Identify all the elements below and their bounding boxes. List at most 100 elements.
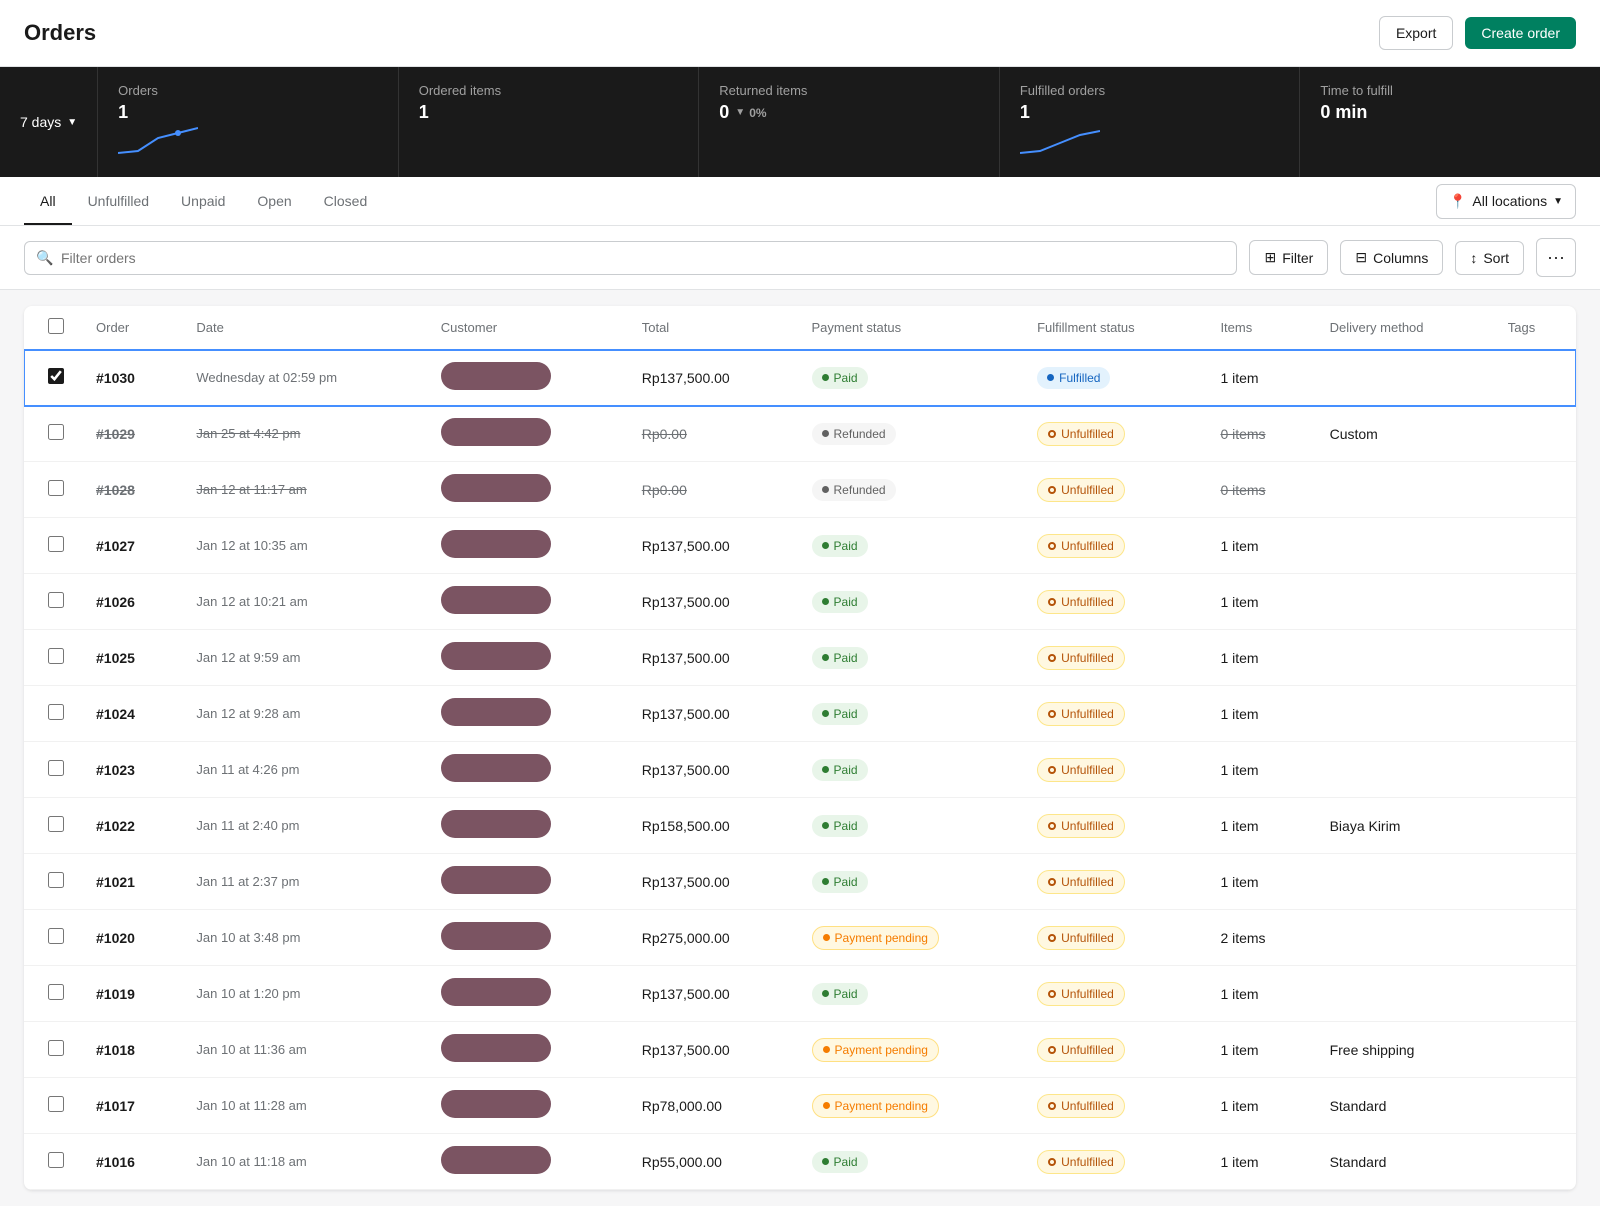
tab-unfulfilled[interactable]: Unfulfilled: [72, 177, 165, 225]
table-row[interactable]: #1019 Jan 10 at 1:20 pm Rp137,500.00 Pai…: [24, 966, 1576, 1022]
row-select-checkbox[interactable]: [48, 480, 64, 496]
table-row[interactable]: #1025 Jan 12 at 9:59 am Rp137,500.00 Pai…: [24, 630, 1576, 686]
table-row[interactable]: #1018 Jan 10 at 11:36 am Rp137,500.00 Pa…: [24, 1022, 1576, 1078]
order-number[interactable]: #1027: [80, 518, 180, 574]
th-items[interactable]: Items: [1204, 306, 1313, 350]
order-number[interactable]: #1023: [80, 742, 180, 798]
row-select-checkbox[interactable]: [48, 984, 64, 1000]
table-row[interactable]: #1023 Jan 11 at 4:26 pm Rp137,500.00 Pai…: [24, 742, 1576, 798]
table-row[interactable]: #1017 Jan 10 at 11:28 am Rp78,000.00 Pay…: [24, 1078, 1576, 1134]
order-fulfillment-status: Unfulfilled: [1021, 798, 1204, 854]
row-select-checkbox[interactable]: [48, 704, 64, 720]
stat-time-value: 0 min: [1320, 102, 1580, 123]
row-select-checkbox[interactable]: [48, 816, 64, 832]
order-payment-status: Paid: [796, 798, 1022, 854]
order-number[interactable]: #1026: [80, 574, 180, 630]
th-order[interactable]: Order: [80, 306, 180, 350]
order-payment-status: Paid: [796, 742, 1022, 798]
table-row[interactable]: #1016 Jan 10 at 11:18 am Rp55,000.00 Pai…: [24, 1134, 1576, 1190]
filter-label: Filter: [1282, 250, 1313, 266]
customer-avatar: [441, 586, 551, 614]
order-number[interactable]: #1025: [80, 630, 180, 686]
order-number[interactable]: #1024: [80, 686, 180, 742]
th-customer[interactable]: Customer: [425, 306, 626, 350]
sort-button[interactable]: ↕ Sort: [1455, 241, 1524, 275]
customer-avatar: [441, 698, 551, 726]
th-total[interactable]: Total: [626, 306, 796, 350]
order-number[interactable]: #1021: [80, 854, 180, 910]
select-all-checkbox[interactable]: [48, 318, 64, 334]
locations-label: All locations: [1472, 193, 1547, 209]
row-select-checkbox[interactable]: [48, 424, 64, 440]
table-row[interactable]: #1029 Jan 25 at 4:42 pm Rp0.00 Refunded …: [24, 406, 1576, 462]
table-row[interactable]: #1021 Jan 11 at 2:37 pm Rp137,500.00 Pai…: [24, 854, 1576, 910]
table-row[interactable]: #1022 Jan 11 at 2:40 pm Rp158,500.00 Pai…: [24, 798, 1576, 854]
table-row[interactable]: #1027 Jan 12 at 10:35 am Rp137,500.00 Pa…: [24, 518, 1576, 574]
tab-unpaid[interactable]: Unpaid: [165, 177, 241, 225]
orders-table-wrapper: Order Date Customer Total Payment status…: [24, 306, 1576, 1190]
period-selector[interactable]: 7 days ▼: [0, 67, 98, 177]
order-number[interactable]: #1017: [80, 1078, 180, 1134]
th-date[interactable]: Date: [180, 306, 424, 350]
row-select-checkbox[interactable]: [48, 1096, 64, 1112]
payment-badge: Paid: [812, 759, 868, 781]
table-row[interactable]: #1026 Jan 12 at 10:21 am Rp137,500.00 Pa…: [24, 574, 1576, 630]
order-items: 0 items: [1204, 406, 1313, 462]
order-number[interactable]: #1030: [80, 350, 180, 406]
row-select-checkbox[interactable]: [48, 648, 64, 664]
order-fulfillment-status: Unfulfilled: [1021, 1078, 1204, 1134]
row-select-checkbox[interactable]: [48, 368, 64, 384]
order-number[interactable]: #1022: [80, 798, 180, 854]
order-payment-status: Payment pending: [796, 1078, 1022, 1134]
filter-button[interactable]: ⊞ Filter: [1249, 240, 1328, 275]
search-input[interactable]: [24, 241, 1237, 275]
th-tags[interactable]: Tags: [1492, 306, 1576, 350]
table-row[interactable]: #1030 Wednesday at 02:59 pm Rp137,500.00…: [24, 350, 1576, 406]
order-number[interactable]: #1018: [80, 1022, 180, 1078]
tab-closed[interactable]: Closed: [308, 177, 384, 225]
order-number[interactable]: #1016: [80, 1134, 180, 1190]
order-fulfillment-status: Unfulfilled: [1021, 406, 1204, 462]
row-select-checkbox[interactable]: [48, 872, 64, 888]
payment-badge-dot: [822, 486, 829, 493]
payment-badge: Paid: [812, 871, 868, 893]
columns-button[interactable]: ⊟ Columns: [1340, 240, 1443, 275]
tab-open[interactable]: Open: [241, 177, 307, 225]
row-select-checkbox[interactable]: [48, 760, 64, 776]
fulfillment-badge: Unfulfilled: [1037, 646, 1125, 670]
row-select-checkbox[interactable]: [48, 536, 64, 552]
order-tags: [1492, 686, 1576, 742]
order-total: Rp137,500.00: [626, 574, 796, 630]
row-select-checkbox[interactable]: [48, 1040, 64, 1056]
th-delivery[interactable]: Delivery method: [1314, 306, 1492, 350]
payment-badge-dot: [822, 430, 829, 437]
fulfilled-sparkline: [1020, 123, 1100, 158]
export-button[interactable]: Export: [1379, 16, 1453, 50]
stat-ordered-items-value: 1: [419, 102, 679, 123]
table-row[interactable]: #1028 Jan 12 at 11:17 am Rp0.00 Refunded…: [24, 462, 1576, 518]
stat-fulfilled-orders-label: Fulfilled orders: [1020, 83, 1280, 98]
row-select-checkbox[interactable]: [48, 928, 64, 944]
order-fulfillment-status: Unfulfilled: [1021, 854, 1204, 910]
order-fulfillment-status: Unfulfilled: [1021, 1134, 1204, 1190]
order-number[interactable]: #1028: [80, 462, 180, 518]
stat-orders-label: Orders: [118, 83, 378, 98]
table-row[interactable]: #1020 Jan 10 at 3:48 pm Rp275,000.00 Pay…: [24, 910, 1576, 966]
table-row[interactable]: #1024 Jan 12 at 9:28 am Rp137,500.00 Pai…: [24, 686, 1576, 742]
order-number[interactable]: #1020: [80, 910, 180, 966]
create-order-button[interactable]: Create order: [1465, 17, 1576, 49]
customer-avatar: [441, 418, 551, 446]
order-date: Jan 25 at 4:42 pm: [180, 406, 424, 462]
row-checkbox: [24, 966, 80, 1022]
row-select-checkbox[interactable]: [48, 592, 64, 608]
fulfillment-badge: Unfulfilled: [1037, 814, 1125, 838]
order-number[interactable]: #1019: [80, 966, 180, 1022]
order-number[interactable]: #1029: [80, 406, 180, 462]
row-select-checkbox[interactable]: [48, 1152, 64, 1168]
order-customer: [425, 518, 626, 574]
more-options-button[interactable]: ···: [1536, 238, 1576, 277]
th-payment-status[interactable]: Payment status: [796, 306, 1022, 350]
tab-all[interactable]: All: [24, 177, 72, 225]
locations-selector[interactable]: 📍 All locations ▼: [1436, 184, 1576, 219]
th-fulfillment-status[interactable]: Fulfillment status: [1021, 306, 1204, 350]
